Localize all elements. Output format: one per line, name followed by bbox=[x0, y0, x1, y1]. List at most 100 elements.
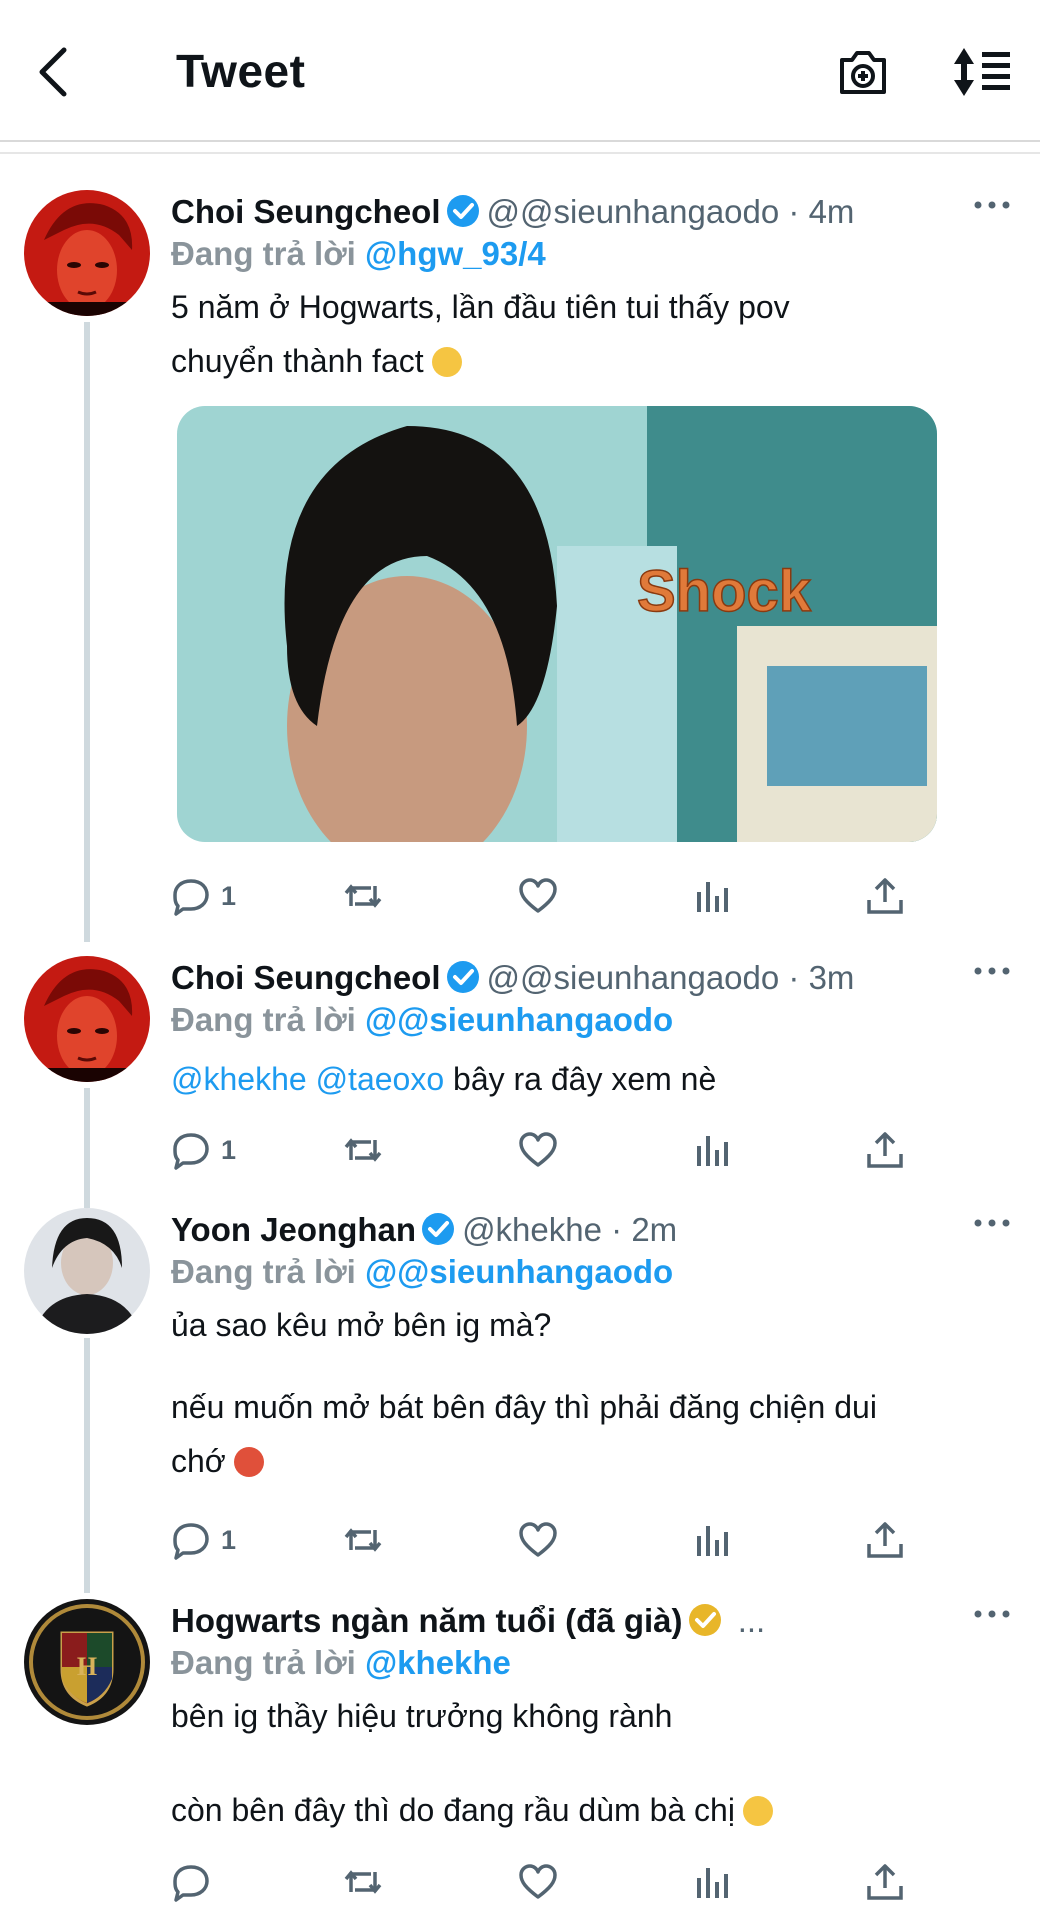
reply-count: 1 bbox=[221, 1524, 237, 1555]
top-bar: Tweet bbox=[0, 0, 1040, 142]
replying-mention[interactable]: @@sieunhangaodo bbox=[365, 1001, 673, 1038]
retweet-icon bbox=[344, 1528, 382, 1552]
avatar[interactable] bbox=[24, 956, 150, 1082]
timestamp[interactable]: 3m bbox=[809, 959, 855, 996]
angry-face-emoji-icon bbox=[233, 1447, 264, 1477]
chevron-left-icon[interactable] bbox=[34, 44, 74, 100]
verified-badge-icon bbox=[688, 1604, 721, 1636]
replying-to: Đang trả lời @@sieunhangaodo bbox=[171, 1000, 1014, 1040]
heart-icon bbox=[519, 1522, 557, 1557]
display-name[interactable]: Choi Seungcheol bbox=[171, 193, 441, 230]
heart-icon bbox=[519, 878, 557, 913]
tweet-actions: 1 bbox=[171, 1516, 931, 1576]
replying-mention[interactable]: @@sieunhangaodo bbox=[365, 1253, 673, 1290]
heart-icon bbox=[519, 1864, 557, 1899]
tweet-text-line: còn bên đây thì do đang rầu dùm bà chị bbox=[171, 1792, 735, 1828]
reply-button[interactable]: 1 bbox=[171, 1126, 236, 1174]
display-name[interactable]: Yoon Jeonghan bbox=[171, 1211, 416, 1248]
share-icon bbox=[867, 1132, 903, 1168]
share-button[interactable] bbox=[865, 1126, 905, 1174]
share-button[interactable] bbox=[865, 1858, 905, 1906]
separator-dot: · bbox=[788, 959, 800, 996]
disappointed-face-emoji-icon bbox=[742, 1796, 773, 1826]
tweet-text: ủa sao kêu mở bên ig mà? nếu muốn mở bát… bbox=[171, 1298, 1014, 1488]
retweet-button[interactable] bbox=[343, 872, 383, 920]
views-button[interactable] bbox=[692, 1858, 732, 1906]
views-button[interactable] bbox=[692, 1516, 732, 1564]
replying-label: Đang trả lời bbox=[171, 1001, 356, 1038]
retweet-icon bbox=[344, 884, 382, 908]
reply-count: 1 bbox=[221, 1134, 237, 1165]
tweet-text-line: 5 năm ở Hogwarts, lần đầu tiên tui thấy … bbox=[171, 289, 790, 325]
replying-mention[interactable]: @hgw_93/4 bbox=[365, 235, 546, 272]
heart-icon bbox=[519, 1132, 557, 1167]
separator-dot: · bbox=[788, 193, 800, 230]
like-button[interactable] bbox=[518, 1516, 558, 1564]
user-handle[interactable]: @khekhe bbox=[462, 1211, 602, 1248]
avatar[interactable]: H bbox=[24, 1599, 150, 1725]
user-handle[interactable]: ... bbox=[738, 1602, 766, 1639]
display-name[interactable]: Choi Seungcheol bbox=[171, 959, 441, 996]
tweet-header: Choi Seungcheol @@sieunhangaodo · 4m bbox=[171, 190, 1014, 234]
timestamp[interactable]: 4m bbox=[809, 193, 855, 230]
retweet-icon bbox=[344, 1138, 382, 1162]
retweet-button[interactable] bbox=[343, 1516, 383, 1564]
more-icon[interactable] bbox=[970, 1599, 1014, 1629]
tweet-actions: 1 bbox=[171, 1126, 931, 1186]
thread-line bbox=[84, 1338, 90, 1593]
mention-link[interactable]: @khekhe bbox=[171, 1061, 307, 1097]
replying-label: Đang trả lời bbox=[171, 1644, 356, 1681]
like-button[interactable] bbox=[518, 872, 558, 920]
display-name[interactable]: Hogwarts ngàn năm tuổi (đã già) bbox=[171, 1602, 683, 1639]
views-button[interactable] bbox=[692, 1126, 732, 1174]
tweet-header: Choi Seungcheol @@sieunhangaodo · 3m bbox=[171, 956, 1014, 1000]
more-icon[interactable] bbox=[970, 190, 1014, 220]
reply-icon bbox=[173, 1865, 209, 1902]
replying-to: Đang trả lời @khekhe bbox=[171, 1643, 1014, 1683]
retweet-icon bbox=[344, 1870, 382, 1894]
replying-label: Đang trả lời bbox=[171, 235, 356, 272]
replying-mention[interactable]: @khekhe bbox=[365, 1644, 511, 1681]
tweet-media-image[interactable]: Shock bbox=[177, 406, 937, 842]
share-button[interactable] bbox=[865, 1516, 905, 1564]
views-button[interactable] bbox=[692, 872, 732, 920]
reply-icon bbox=[173, 879, 209, 916]
camera-plus-icon[interactable] bbox=[836, 46, 890, 98]
retweet-button[interactable] bbox=[343, 1126, 383, 1174]
views-icon bbox=[697, 1136, 728, 1166]
verified-badge-icon bbox=[446, 961, 479, 993]
share-button[interactable] bbox=[865, 872, 905, 920]
user-handle[interactable]: @@sieunhangaodo bbox=[487, 959, 780, 996]
user-handle[interactable]: @@sieunhangaodo bbox=[487, 193, 780, 230]
avatar[interactable] bbox=[24, 190, 150, 316]
thread-line bbox=[84, 322, 90, 942]
media-caption: Shock bbox=[637, 559, 812, 624]
tweet-actions bbox=[171, 1858, 931, 1918]
mention-link[interactable]: @taeoxo bbox=[316, 1061, 445, 1097]
divider bbox=[0, 152, 1040, 154]
more-icon[interactable] bbox=[970, 956, 1014, 986]
reply-count: 1 bbox=[221, 880, 237, 911]
reply-icon bbox=[173, 1523, 209, 1560]
tweet-text: bên ig thầy hiệu trưởng không rành còn b… bbox=[171, 1689, 1014, 1837]
separator-dot: · bbox=[611, 1211, 623, 1248]
reply-button[interactable]: 1 bbox=[171, 872, 236, 920]
retweet-button[interactable] bbox=[343, 1858, 383, 1906]
like-button[interactable] bbox=[518, 1126, 558, 1174]
replying-to: Đang trả lời @@sieunhangaodo bbox=[171, 1252, 1014, 1292]
tweet-text: 5 năm ở Hogwarts, lần đầu tiên tui thấy … bbox=[171, 280, 1014, 388]
thread-line bbox=[84, 1088, 90, 1208]
tweet-text-line: bên ig thầy hiệu trưởng không rành bbox=[171, 1698, 673, 1734]
reply-icon bbox=[173, 1133, 209, 1170]
avatar[interactable] bbox=[24, 1208, 150, 1334]
tweet-text-line: nếu muốn mở bát bên đây thì phải đăng ch… bbox=[171, 1389, 877, 1425]
tweet-text-line: chớ bbox=[171, 1443, 226, 1479]
reply-button[interactable]: 1 bbox=[171, 1516, 236, 1564]
like-button[interactable] bbox=[518, 1858, 558, 1906]
timestamp[interactable]: 2m bbox=[631, 1211, 677, 1248]
reply-button[interactable] bbox=[171, 1858, 221, 1906]
svg-text:H: H bbox=[77, 1652, 97, 1681]
shocked-face-emoji-icon bbox=[431, 347, 462, 377]
more-icon[interactable] bbox=[970, 1208, 1014, 1238]
sort-icon[interactable] bbox=[952, 46, 1012, 98]
